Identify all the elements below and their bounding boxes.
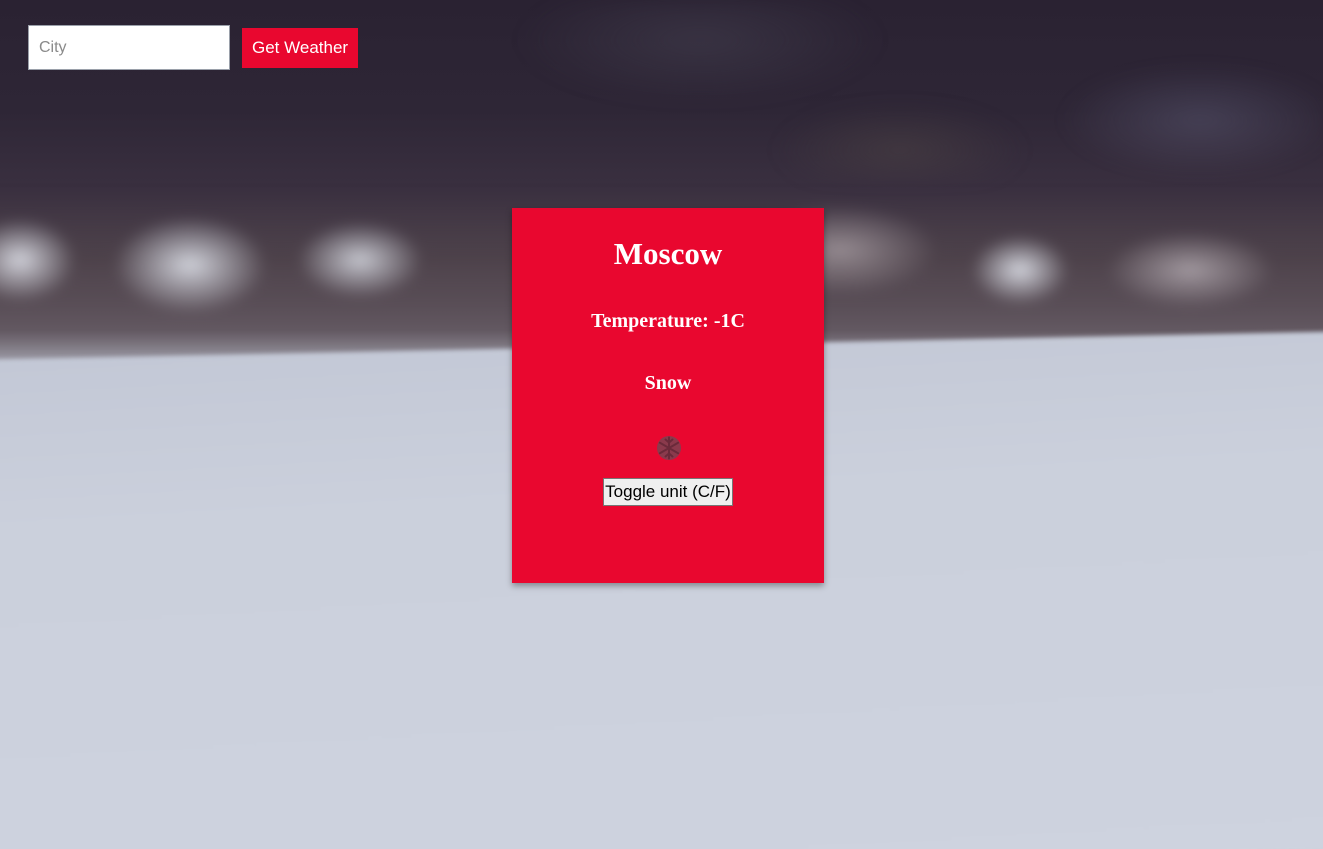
toggle-unit-button[interactable]: Toggle unit (C/F)	[603, 478, 733, 506]
get-weather-button[interactable]: Get Weather	[242, 27, 359, 68]
city-name: Moscow	[613, 236, 723, 271]
temperature-text: Temperature: -1C	[591, 310, 745, 332]
snowflake-icon	[657, 436, 681, 460]
city-input[interactable]	[28, 25, 230, 70]
weather-card: Moscow Temperature: -1C Snow Toggle unit…	[512, 208, 824, 583]
weather-condition: Snow	[644, 372, 692, 394]
search-bar: Get Weather	[28, 25, 359, 70]
